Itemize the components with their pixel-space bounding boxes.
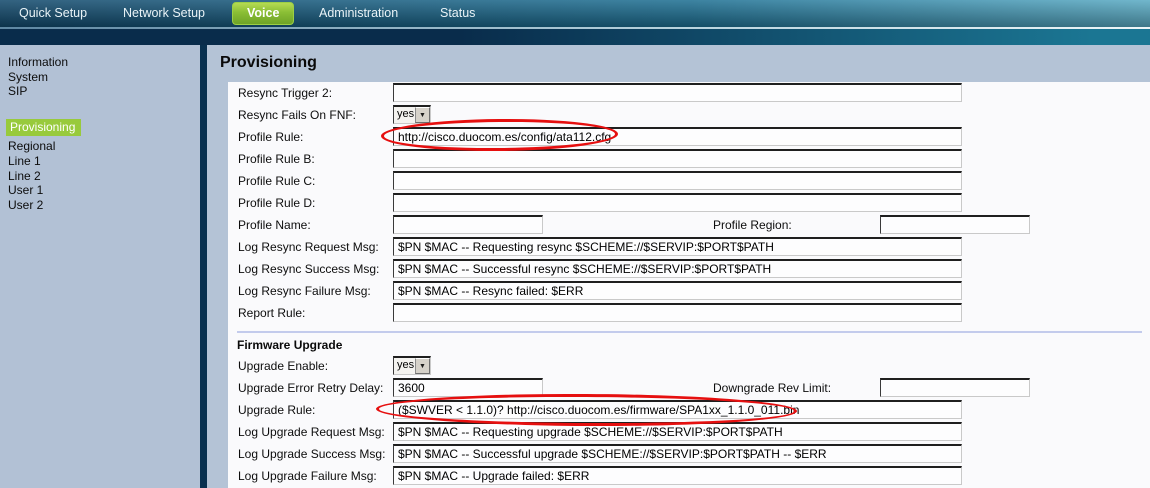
form-row-profile-rule-d: Profile Rule D: [228, 192, 1150, 214]
input-log-upgrade-request-msg[interactable] [393, 422, 962, 441]
field-label-log-upgrade-success-msg: Log Upgrade Success Msg: [238, 443, 385, 465]
section-divider [237, 331, 1142, 333]
field-label-log-resync-request-msg: Log Resync Request Msg: [238, 236, 379, 258]
input-profile-name[interactable] [393, 215, 543, 234]
field-label-report-rule: Report Rule: [238, 302, 305, 324]
sidebar-item-user-2[interactable]: User 2 [8, 198, 200, 213]
input-profile-rule[interactable] [393, 127, 962, 146]
input-upgrade-error-retry-delay[interactable] [393, 378, 543, 397]
section-header-firmware-upgrade: Firmware Upgrade [237, 336, 1150, 354]
form-row-upgrade-error-retry-delay: Upgrade Error Retry Delay: Downgrade Rev … [228, 377, 1150, 399]
form-row-log-upgrade-request-msg: Log Upgrade Request Msg: [228, 421, 1150, 443]
field-label-profile-region: Profile Region: [713, 214, 792, 236]
sidebar-item-regional[interactable]: Regional [8, 139, 200, 154]
field-label-profile-name: Profile Name: [238, 214, 311, 236]
dropdown-value: yes [394, 358, 415, 374]
header: Quick Setup Network Setup Voice Administrat… [0, 0, 1150, 45]
form-row-log-resync-success-msg: Log Resync Success Msg: [228, 258, 1150, 280]
form-row-profile-rule: Profile Rule: [228, 126, 1150, 148]
dropdown-value: yes [394, 107, 415, 123]
dropdown-upgrade-enable[interactable]: yes▼ [393, 356, 431, 375]
sidebar-divider [200, 45, 207, 488]
input-log-resync-failure-msg[interactable] [393, 281, 962, 300]
input-downgrade-rev-limit[interactable] [880, 378, 1030, 397]
tab-status[interactable]: Status [440, 0, 475, 27]
page: Quick Setup Network Setup Voice Administrat… [0, 0, 1150, 488]
form-row-log-resync-request-msg: Log Resync Request Msg: [228, 236, 1150, 258]
sidebar-menu: InformationSystemSIP Provisioning Regional… [0, 45, 200, 212]
field-label-log-upgrade-failure-msg: Log Upgrade Failure Msg: [238, 465, 377, 487]
sidebar-item-sip[interactable]: SIP [8, 84, 200, 99]
sidebar-item-line-1[interactable]: Line 1 [8, 154, 200, 169]
tab-voice[interactable]: Voice [232, 2, 294, 25]
form-row-log-resync-failure-msg: Log Resync Failure Msg: [228, 280, 1150, 302]
sidebar-item-provisioning[interactable]: Provisioning [6, 119, 81, 137]
field-label-resync-fails-on-fnf: Resync Fails On FNF: [238, 104, 356, 126]
page-title: Provisioning [220, 54, 317, 72]
form-rows: Resync Trigger 2:Resync Fails On FNF: yes… [228, 82, 1150, 487]
input-resync-trigger-2[interactable] [393, 83, 962, 102]
sidebar-item-line-2[interactable]: Line 2 [8, 169, 200, 184]
field-label-log-resync-failure-msg: Log Resync Failure Msg: [238, 280, 371, 302]
input-profile-rule-b[interactable] [393, 149, 962, 168]
tab-network-setup[interactable]: Network Setup [123, 0, 205, 27]
form-row-log-upgrade-success-msg: Log Upgrade Success Msg: [228, 443, 1150, 465]
form-row-resync-fails-on-fnf: Resync Fails On FNF: yes▼ [228, 104, 1150, 126]
dropdown-arrow-icon[interactable]: ▼ [415, 358, 430, 374]
input-upgrade-rule[interactable] [393, 400, 962, 419]
main-content: Provisioning Resync Trigger 2:Resync Fai… [207, 45, 1150, 488]
input-log-resync-success-msg[interactable] [393, 259, 962, 278]
sidebar-item-information[interactable]: Information [8, 55, 200, 70]
input-log-resync-request-msg[interactable] [393, 237, 962, 256]
field-label-profile-rule-b: Profile Rule B: [238, 148, 315, 170]
dropdown-resync-fails-on-fnf[interactable]: yes▼ [393, 105, 431, 124]
input-profile-rule-d[interactable] [393, 193, 962, 212]
tab-quick-setup[interactable]: Quick Setup [19, 0, 87, 27]
form-row-profile-rule-c: Profile Rule C: [228, 170, 1150, 192]
nav-lower-strip [0, 29, 1150, 45]
input-profile-region[interactable] [880, 215, 1030, 234]
field-label-profile-rule: Profile Rule: [238, 126, 303, 148]
input-report-rule[interactable] [393, 303, 962, 322]
input-log-upgrade-success-msg[interactable] [393, 444, 962, 463]
top-nav: Quick Setup Network Setup Voice Administrat… [0, 0, 1150, 27]
field-label-upgrade-error-retry-delay: Upgrade Error Retry Delay: [238, 377, 383, 399]
field-label-log-resync-success-msg: Log Resync Success Msg: [238, 258, 379, 280]
field-label-upgrade-rule: Upgrade Rule: [238, 399, 315, 421]
field-label-profile-rule-c: Profile Rule C: [238, 170, 315, 192]
form-panel: Resync Trigger 2:Resync Fails On FNF: yes… [228, 82, 1150, 488]
form-row-upgrade-rule: Upgrade Rule: [228, 399, 1150, 421]
dropdown-arrow-icon[interactable]: ▼ [415, 107, 430, 123]
input-log-upgrade-failure-msg[interactable] [393, 466, 962, 485]
sidebar-item-system[interactable]: System [8, 70, 200, 85]
field-label-upgrade-enable: Upgrade Enable: [238, 355, 328, 377]
form-row-report-rule: Report Rule: [228, 302, 1150, 324]
field-label-log-upgrade-request-msg: Log Upgrade Request Msg: [238, 421, 385, 443]
tab-administration[interactable]: Administration [319, 0, 398, 27]
input-profile-rule-c[interactable] [393, 171, 962, 190]
form-row-profile-name: Profile Name: Profile Region: [228, 214, 1150, 236]
form-row-log-upgrade-failure-msg: Log Upgrade Failure Msg: [228, 465, 1150, 487]
form-row-upgrade-enable: Upgrade Enable: yes▼ [228, 355, 1150, 377]
sidebar: InformationSystemSIP Provisioning Regional… [0, 45, 200, 488]
form-row-profile-rule-b: Profile Rule B: [228, 148, 1150, 170]
form-row-resync-trigger-2: Resync Trigger 2: [228, 82, 1150, 104]
field-label-downgrade-rev-limit: Downgrade Rev Limit: [713, 377, 831, 399]
sidebar-item-user-1[interactable]: User 1 [8, 183, 200, 198]
field-label-resync-trigger-2: Resync Trigger 2: [238, 82, 332, 104]
field-label-profile-rule-d: Profile Rule D: [238, 192, 315, 214]
